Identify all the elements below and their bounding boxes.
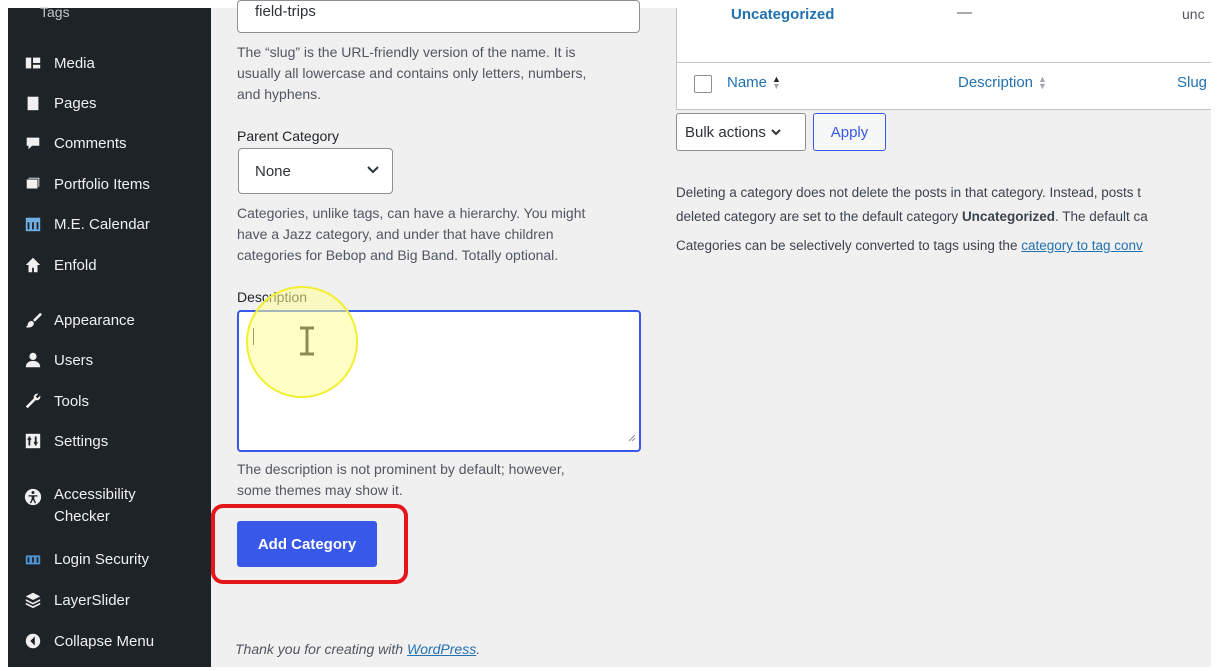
- sort-icon: ▲ ▼: [772, 73, 781, 91]
- accessibility-icon: [22, 486, 44, 508]
- sidebar-item-login-security[interactable]: Login Security: [13, 546, 211, 572]
- sidebar-item-pages[interactable]: Pages: [13, 90, 211, 116]
- collapse-menu-button[interactable]: Collapse Menu: [13, 628, 211, 654]
- comments-icon: [22, 132, 44, 154]
- category-to-tag-link[interactable]: category to tag conv: [1021, 238, 1143, 253]
- category-name-link[interactable]: Uncategorized: [731, 8, 834, 23]
- select-all-checkbox[interactable]: [694, 75, 712, 93]
- sidebar-item-tools[interactable]: Tools: [13, 388, 211, 414]
- collapse-icon: [22, 630, 44, 652]
- row-divider: [677, 62, 1211, 63]
- default-category-note: deleted category are set to the default …: [676, 209, 1148, 224]
- slug-value: field-trips: [255, 3, 316, 20]
- column-header-name[interactable]: Name ▲ ▼: [727, 74, 781, 91]
- sidebar-item-portfolio[interactable]: Portfolio Items: [13, 171, 211, 197]
- settings-icon: [22, 430, 44, 452]
- sidebar-item-label: Login Security: [54, 550, 150, 568]
- resize-handle-icon[interactable]: [628, 429, 636, 447]
- portfolio-icon: [22, 173, 44, 195]
- sidebar-item-label: Collapse Menu: [54, 632, 155, 650]
- sidebar-item-label: Appearance: [54, 311, 135, 329]
- category-description: —: [957, 8, 972, 21]
- sidebar-item-label: Pages: [54, 94, 97, 112]
- wordpress-link[interactable]: WordPress: [407, 641, 476, 657]
- bulk-actions-select[interactable]: Bulk actions: [676, 113, 806, 151]
- sidebar-item-users[interactable]: Users: [13, 347, 211, 373]
- parent-category-value: None: [255, 162, 291, 180]
- sidebar-item-label: Tools: [54, 392, 90, 410]
- sidebar-item-label: Enfold: [54, 256, 97, 274]
- sidebar-item-layerslider[interactable]: LayerSlider: [13, 587, 211, 613]
- sidebar-item-accessibility[interactable]: Accessibility Checker: [13, 484, 211, 532]
- sidebar-item-comments[interactable]: Comments: [13, 130, 211, 156]
- calendar-icon: [22, 213, 44, 235]
- parent-category-help: Categories, unlike tags, can have a hier…: [237, 205, 586, 263]
- chevron-down-icon: [366, 163, 380, 181]
- description-help: The description is not prominent by defa…: [237, 461, 565, 498]
- footer-credit: Thank you for creating with WordPress.: [235, 641, 481, 657]
- sidebar-item-label: Comments: [54, 134, 127, 152]
- parent-category-select[interactable]: None: [238, 148, 393, 194]
- column-header-description[interactable]: Description ▲ ▼: [958, 74, 1047, 91]
- apply-button[interactable]: Apply: [813, 113, 886, 151]
- chevron-down-icon: [770, 126, 782, 138]
- sidebar-item-tags[interactable]: Tags: [40, 4, 70, 20]
- home-icon: [22, 254, 44, 276]
- parent-category-label: Parent Category: [237, 128, 339, 144]
- sidebar-item-appearance[interactable]: Appearance: [13, 307, 211, 333]
- sidebar-item-label: Portfolio Items: [54, 175, 150, 193]
- media-icon: [22, 52, 44, 74]
- sidebar-item-label: LayerSlider: [54, 591, 130, 609]
- admin-sidebar: Tags Media Pages Comments Portfolio Item…: [13, 4, 211, 667]
- slug-help: The “slug” is the URL-friendly version o…: [237, 44, 587, 102]
- wrench-icon: [22, 390, 44, 412]
- users-icon: [22, 349, 44, 371]
- pages-icon: [22, 92, 44, 114]
- slug-field[interactable]: field-trips: [237, 0, 640, 33]
- convert-note: Categories can be selectively converted …: [676, 238, 1143, 253]
- sort-icon: ▲ ▼: [1038, 73, 1047, 91]
- sidebar-item-enfold[interactable]: Enfold: [13, 252, 211, 278]
- security-icon: [22, 548, 44, 570]
- delete-note: Deleting a category does not delete the …: [676, 185, 1142, 200]
- column-header-slug[interactable]: Slug: [1177, 74, 1207, 91]
- paintbrush-icon: [22, 309, 44, 331]
- sidebar-item-label: Accessibility Checker: [54, 486, 136, 525]
- sidebar-item-media[interactable]: Media: [13, 50, 211, 76]
- category-slug: unc: [1182, 8, 1205, 22]
- layers-icon: [22, 589, 44, 611]
- sidebar-item-calendar[interactable]: M.E. Calendar: [13, 211, 211, 237]
- add-category-button[interactable]: Add Category: [237, 521, 377, 567]
- sidebar-item-settings[interactable]: Settings: [13, 428, 211, 454]
- sidebar-item-label: Settings: [54, 432, 109, 450]
- cursor-highlight: [246, 286, 358, 398]
- sidebar-item-label: Media: [54, 54, 95, 72]
- sidebar-item-label: Users: [54, 351, 94, 369]
- sidebar-item-label: M.E. Calendar: [54, 215, 150, 233]
- categories-table: Uncategorized — unc Name ▲ ▼ Description …: [676, 8, 1211, 110]
- bulk-actions-label: Bulk actions: [685, 123, 766, 141]
